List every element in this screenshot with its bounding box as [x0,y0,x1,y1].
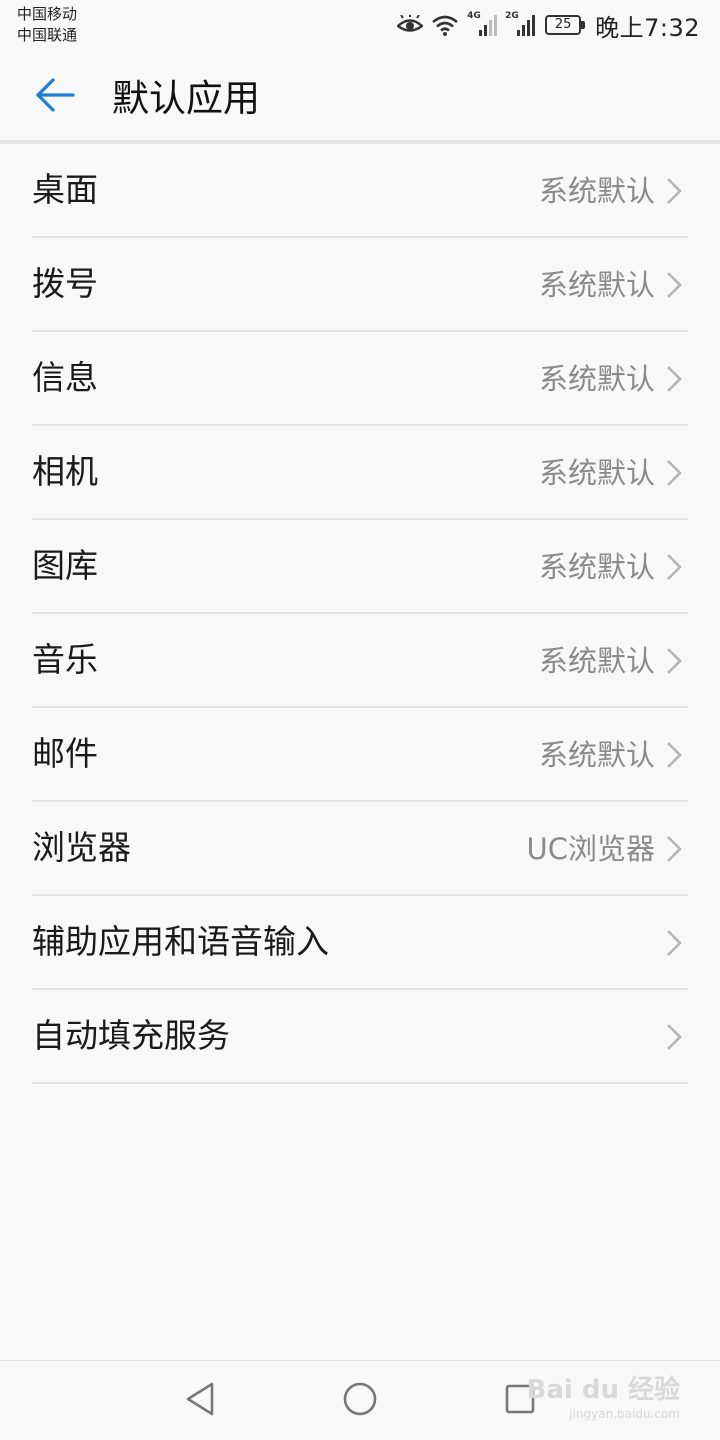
chevron-right-icon [664,365,684,393]
chevron-right-icon [664,553,684,581]
back-button[interactable] [30,72,80,122]
item-value: 系统默认 [538,738,655,772]
item-label: 浏览器 [32,828,131,867]
arrow-left-icon [35,78,75,116]
item-label: 相机 [32,452,98,491]
chevron-right-icon [664,929,684,957]
chevron-right-icon [664,1023,684,1051]
list-item-dialer[interactable]: 拨号 系统默认 [32,238,688,332]
item-label: 桌面 [32,170,98,209]
chevron-right-icon [664,647,684,675]
network-type-2: 2G [505,11,519,21]
title-bar: 默认应用 [0,50,720,141]
item-value: 系统默认 [538,550,655,584]
default-apps-list: 桌面 系统默认 拨号 系统默认 信息 系统默认 相机 系统默认 图库 系统默认 … [0,144,720,1084]
item-label: 图库 [32,546,98,585]
list-item-assist-voice-input[interactable]: 辅助应用和语音输入 [32,896,688,990]
chevron-right-icon [664,835,684,863]
item-value: 系统默认 [538,456,655,490]
item-label: 邮件 [32,734,98,773]
item-label: 自动填充服务 [32,1016,230,1055]
nav-home-button[interactable] [338,1379,382,1423]
clock: 晚上7:32 [595,13,700,42]
list-item-music[interactable]: 音乐 系统默认 [32,614,688,708]
carrier-1: 中国移动 [17,5,78,23]
item-value: 系统默认 [538,362,655,396]
triangle-back-icon [184,1381,216,1421]
item-value: 系统默认 [538,644,655,678]
signal-icon-sim2: 2G [505,11,536,37]
list-item-autofill[interactable]: 自动填充服务 [32,990,688,1084]
chevron-right-icon [664,741,684,769]
item-label: 辅助应用和语音输入 [32,922,329,961]
chevron-right-icon [664,177,684,205]
status-icons: 4G 2G 25 晚上7:32 [397,8,700,42]
eye-icon [397,15,424,35]
watermark-logo: Bai du 经验 [526,1375,681,1405]
network-type-1: 4G [467,11,481,21]
chevron-right-icon [664,271,684,299]
list-item-desktop[interactable]: 桌面 系统默认 [32,144,688,238]
nav-back-button[interactable] [178,1379,222,1423]
carrier-names: 中国移动 中国联通 [17,4,77,46]
item-label: 信息 [32,358,98,397]
item-label: 音乐 [32,640,98,679]
item-label: 拨号 [32,264,98,303]
item-value: 系统默认 [538,268,655,302]
item-value: UC浏览器 [526,832,655,866]
wifi-icon [431,14,459,36]
battery-icon: 25 [545,15,586,35]
status-bar: 中国移动 中国联通 4G 2G 25 晚上7:32 [0,0,720,50]
battery-level: 25 [545,15,582,35]
watermark-url: jingyan.baidu.com [569,1407,680,1421]
circle-home-icon [342,1381,378,1421]
list-item-browser[interactable]: 浏览器 UC浏览器 [32,802,688,896]
carrier-2: 中国联通 [17,26,78,44]
list-item-email[interactable]: 邮件 系统默认 [32,708,688,802]
signal-icon-sim1: 4G [467,11,498,37]
chevron-right-icon [664,459,684,487]
list-item-camera[interactable]: 相机 系统默认 [32,426,688,520]
page-title: 默认应用 [112,77,260,120]
navigation-bar: Bai du 经验 jingyan.baidu.com [0,1360,720,1440]
list-item-messages[interactable]: 信息 系统默认 [32,332,688,426]
list-item-gallery[interactable]: 图库 系统默认 [32,520,688,614]
item-value: 系统默认 [538,174,655,208]
